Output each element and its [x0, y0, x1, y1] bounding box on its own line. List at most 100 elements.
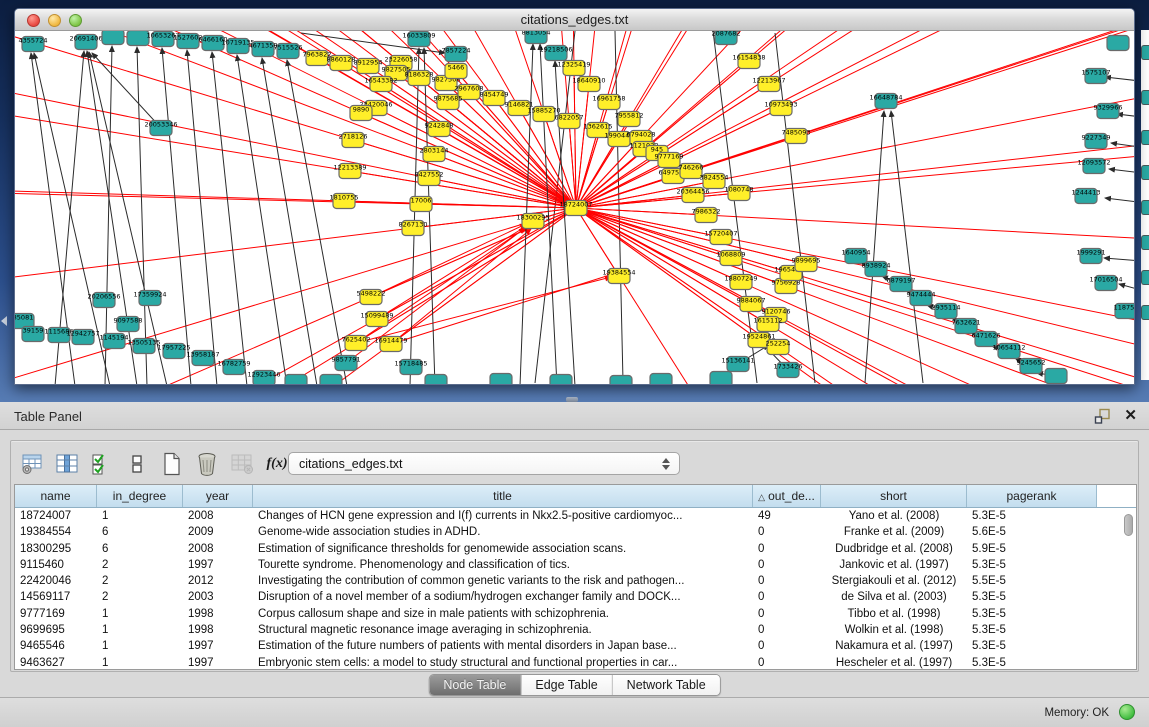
- memory-ok-indicator-icon[interactable]: [1119, 704, 1135, 720]
- network-window-titlebar[interactable]: citations_edges.txt: [15, 9, 1134, 31]
- tab-network-table[interactable]: Network Table: [613, 675, 720, 695]
- graph-node-label: 9884067: [737, 297, 766, 305]
- graph-node-label: 13958187: [186, 351, 219, 359]
- table-cell: 0: [753, 638, 821, 654]
- header-filler: [1097, 485, 1136, 507]
- graph-node-label: 4355724: [19, 37, 48, 45]
- table-scrollbar[interactable]: [1123, 512, 1134, 670]
- table-cell: Tibbo et al. (1998): [821, 606, 967, 622]
- graph-node-label: 3824554: [700, 174, 729, 182]
- tab-node-table[interactable]: Node Table: [429, 675, 521, 695]
- column-header-year[interactable]: year: [183, 485, 253, 507]
- graph-node[interactable]: [610, 376, 632, 386]
- node-attribute-table[interactable]: namein_degreeyeartitle△out_de...shortpag…: [14, 484, 1137, 670]
- scrollbar-thumb[interactable]: [1124, 514, 1133, 536]
- graph-node-label: 1068809: [717, 251, 746, 259]
- graph-node: [1141, 235, 1149, 250]
- table-cell: 2003: [183, 589, 253, 605]
- status-bar: Memory: OK: [0, 697, 1149, 727]
- graph-node-label: 23226058: [384, 56, 417, 64]
- table-cell: 1998: [183, 606, 253, 622]
- graph-node-label: 6822057: [555, 114, 584, 122]
- graph-node-label: 9329966: [1094, 104, 1123, 112]
- graph-node-label: 16914479: [374, 337, 407, 345]
- graph-node-label: 16543382: [364, 77, 397, 85]
- graph-node-label: 16782759: [217, 360, 250, 368]
- tab-edge-table[interactable]: Edge Table: [521, 675, 612, 695]
- table-cell: 1: [97, 655, 183, 670]
- graph-node-label: 85081: [15, 314, 33, 322]
- graph-node[interactable]: [285, 375, 307, 386]
- table-cell: 5.3E-5: [967, 638, 1097, 654]
- table-cell: 1997: [183, 638, 253, 654]
- column-header-outde[interactable]: △out_de...: [753, 485, 821, 507]
- graph-svg[interactable]: 1872400779638228860128891295423226058982…: [15, 31, 1135, 385]
- background-network-strip: [1141, 30, 1149, 380]
- table-cell: Nakamura et al. (1997): [821, 638, 967, 654]
- graph-node[interactable]: [650, 374, 672, 386]
- column-header-title[interactable]: title: [253, 485, 753, 507]
- graph-node-label: 15099489: [360, 312, 393, 320]
- graph-node[interactable]: [320, 375, 342, 386]
- graph-node[interactable]: [1107, 36, 1129, 51]
- table-row[interactable]: 946362711997Embryonic stem cells: a mode…: [15, 655, 1136, 670]
- graph-node-label: 12213389: [333, 164, 366, 172]
- table-cell: 6: [97, 541, 183, 557]
- graph-node[interactable]: [490, 374, 512, 386]
- rows-icon[interactable]: [124, 451, 150, 477]
- graph-node-label: 1810755: [330, 194, 359, 202]
- table-panel-header: Table Panel ✕: [0, 402, 1149, 430]
- table-cell: 9465546: [15, 638, 97, 654]
- graph-node-label: 9777169: [655, 153, 684, 161]
- graph-node: [1141, 200, 1149, 215]
- table-cell: 2012: [183, 573, 253, 589]
- close-panel-icon[interactable]: ✕: [1124, 406, 1137, 424]
- graph-node-label: 2803144: [420, 147, 449, 155]
- column-header-pagerank[interactable]: pagerank: [967, 485, 1097, 507]
- graph-node-label: 10654112: [992, 344, 1025, 352]
- table-cell: 14569117: [15, 589, 97, 605]
- table-row[interactable]: 969969511998Structural magnetic resonanc…: [15, 622, 1136, 638]
- graph-node-label: 7955812: [615, 112, 644, 120]
- table-cell: 1997: [183, 655, 253, 670]
- column-header-short[interactable]: short: [821, 485, 967, 507]
- table-type-tabbar: Node TableEdge TableNetwork Table: [0, 674, 1149, 698]
- table-row[interactable]: 911546021997Tourette syndrome. Phenomeno…: [15, 557, 1136, 573]
- table-row[interactable]: 1830029562008Estimation of significance …: [15, 541, 1136, 557]
- graph-node[interactable]: [425, 375, 447, 386]
- delete-icon[interactable]: [194, 451, 220, 477]
- graph-node[interactable]: [550, 375, 572, 386]
- table-cell: 5.3E-5: [967, 589, 1097, 605]
- float-panel-icon[interactable]: [1094, 408, 1111, 425]
- graph-node-label: 9245652: [1017, 359, 1046, 367]
- table-select-dropdown[interactable]: citations_edges.txt: [288, 452, 680, 475]
- graph-node[interactable]: [710, 372, 732, 386]
- column-edit-icon[interactable]: [54, 451, 80, 477]
- table-cell: 5.3E-5: [967, 655, 1097, 670]
- column-header-indegree[interactable]: in_degree: [97, 485, 183, 507]
- graph-node-label: 5498222: [357, 290, 386, 298]
- table-row[interactable]: 1938455462009Genome-wide association stu…: [15, 524, 1136, 540]
- select-rows-icon[interactable]: [89, 451, 115, 477]
- table-settings-icon[interactable]: [19, 451, 45, 477]
- table-cell: 49: [753, 508, 821, 524]
- table-cell: 9115460: [15, 557, 97, 573]
- table-cell: de Silva et al. (2003): [821, 589, 967, 605]
- collapse-arrow-icon[interactable]: [1, 316, 7, 326]
- graph-node[interactable]: [1045, 369, 1067, 384]
- new-table-icon[interactable]: [159, 451, 185, 477]
- graph-node-label: 10973493: [764, 101, 797, 109]
- table-row[interactable]: 2242004622012Investigating the contribut…: [15, 573, 1136, 589]
- function-icon[interactable]: f(x): [264, 451, 290, 477]
- dropdown-stepper-icon: [659, 458, 679, 470]
- table-row[interactable]: 946554611997Estimation of the future num…: [15, 638, 1136, 654]
- column-header-name[interactable]: name: [15, 485, 97, 507]
- graph-node-label: 18807249: [724, 275, 757, 283]
- table-row[interactable]: 1872400712008Changes of HCN gene express…: [15, 508, 1136, 524]
- table-row[interactable]: 977716911998Corpus callosum shape and si…: [15, 606, 1136, 622]
- table-cell: 1997: [183, 557, 253, 573]
- graph-node-label: 15718485: [394, 360, 427, 368]
- graph-node[interactable]: [102, 31, 124, 45]
- table-row[interactable]: 1456911722003Disruption of a novel membe…: [15, 589, 1136, 605]
- graph-node-label: 6471626: [972, 332, 1001, 340]
